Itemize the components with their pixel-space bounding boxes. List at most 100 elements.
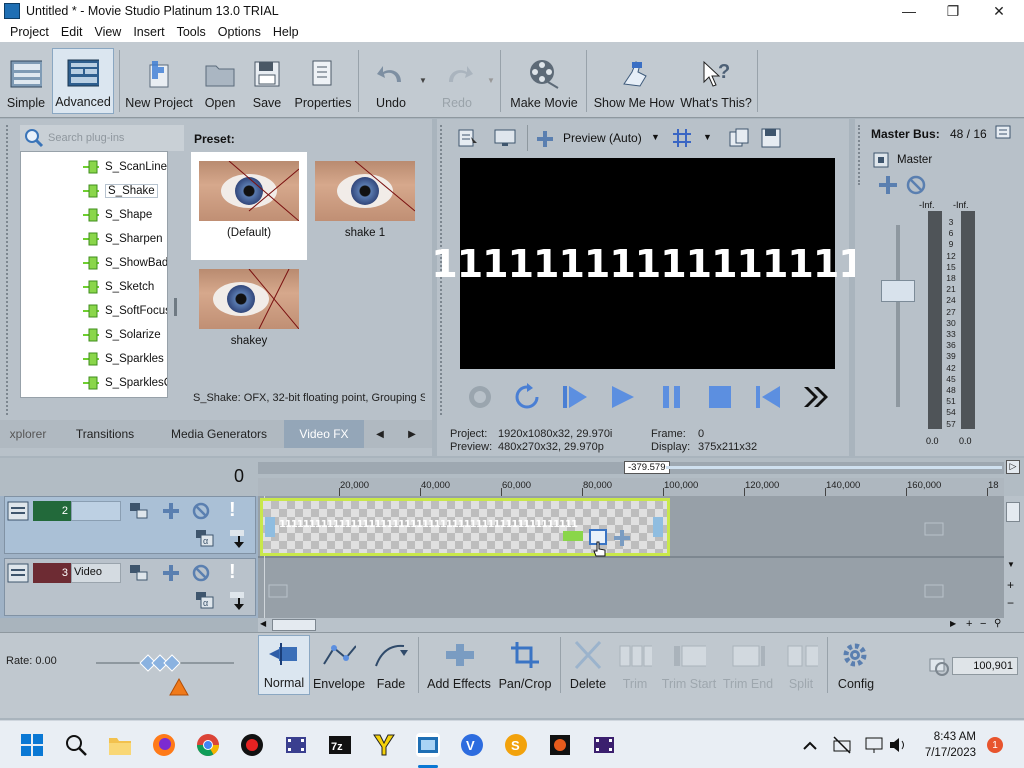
bus-options-icon[interactable] [995, 125, 1011, 141]
trim-end-button[interactable]: Trim End [720, 635, 776, 695]
volume-icon[interactable] [886, 733, 910, 757]
minimize-button[interactable]: — [886, 0, 932, 22]
loop-playback-button[interactable] [510, 382, 544, 412]
vertical-scroll-thumb[interactable] [1006, 502, 1020, 522]
split-screen-icon[interactable] [535, 129, 555, 149]
plugin-item-solarize[interactable]: S_Solarize [83, 325, 161, 345]
track-solo-icon[interactable]: ! [229, 561, 239, 585]
track-mute-icon[interactable] [191, 563, 211, 583]
trim-start-button[interactable]: Trim Start [660, 635, 718, 695]
chrome-icon[interactable] [196, 733, 220, 757]
screen-recorder-icon[interactable] [240, 733, 264, 757]
tree-splitter[interactable] [174, 298, 177, 316]
firefox-icon[interactable] [152, 733, 176, 757]
master-volume-fader[interactable] [881, 280, 915, 302]
save-snapshot-icon[interactable] [760, 127, 782, 149]
external-monitor-icon[interactable] [493, 127, 517, 149]
tab-transitions[interactable]: Transitions [56, 420, 154, 448]
timeline-horizontal-scrollbar[interactable]: ◀ ▶ + − ⚲ [258, 618, 1004, 632]
track-header-2[interactable]: 2 ! α [4, 496, 256, 554]
preview-quality-chevron-icon[interactable]: ▼ [651, 132, 660, 142]
zoom-out-horizontal-icon[interactable]: − [980, 618, 986, 630]
go-to-start-button[interactable] [751, 382, 785, 412]
menu-insert[interactable]: Insert [127, 25, 170, 39]
notification-badge[interactable]: 1 [987, 737, 1003, 753]
search-icon[interactable] [64, 733, 88, 757]
scroll-left-icon[interactable]: ◀ [260, 619, 270, 631]
v-app-icon[interactable]: V [460, 733, 484, 757]
config-button[interactable]: Config [832, 635, 880, 695]
master-fx-icon[interactable] [877, 174, 899, 196]
preset-default[interactable]: (Default) [191, 152, 307, 260]
plugin-item-shake[interactable]: S_Shake [83, 181, 158, 201]
tab-video-fx[interactable]: Video FX [284, 420, 364, 448]
grid-overlay-icon[interactable] [671, 127, 693, 149]
close-button[interactable]: ✕ [976, 0, 1022, 22]
s-app-icon[interactable]: S [504, 733, 528, 757]
add-effects-button[interactable]: Add Effects [424, 635, 494, 695]
whats-this-button[interactable]: ? What's This? [680, 48, 752, 114]
track-header-3[interactable]: 3 Video ! α [4, 558, 256, 616]
track-mute-icon[interactable] [191, 501, 211, 521]
delete-button[interactable]: Delete [566, 635, 610, 695]
time-ruler[interactable]: 20,000 40,000 60,000 80,000 100,000 120,000 14… [258, 478, 1004, 496]
event-fx-icon[interactable] [563, 531, 583, 541]
horizontal-scroll-thumb[interactable] [272, 619, 316, 631]
tab-scroll-right-icon[interactable]: ▶ [398, 420, 426, 448]
plugin-tree[interactable]: S_ScanLinesP S_Shake S_Shape S_Sharpen S… [20, 151, 168, 398]
plugin-item-sparklescolored[interactable]: S_SparklesCo [83, 373, 167, 393]
plugin-item-shape[interactable]: S_Shape [83, 205, 152, 225]
preview-quality-dropdown[interactable]: Preview (Auto) [563, 131, 642, 145]
new-project-button[interactable]: New Project [124, 48, 194, 114]
preset-shake-1[interactable]: shake 1 [307, 152, 423, 260]
advanced-button[interactable]: Advanced [52, 48, 114, 114]
timeline-menu-icon[interactable]: ▷ [1006, 460, 1020, 474]
show-hidden-icons-chevron[interactable] [798, 733, 822, 757]
start-menu-icon[interactable] [20, 733, 44, 757]
rate-slider-thumb[interactable] [138, 652, 186, 674]
stop-button[interactable] [703, 382, 737, 412]
track-minimize-icon[interactable] [7, 501, 29, 521]
movie-studio-taskbar-icon[interactable] [416, 733, 440, 757]
video-event-clip[interactable]: 1111111111111111111111111111111111111111… [260, 498, 670, 557]
scroll-down-icon[interactable]: ▼ [1007, 560, 1015, 569]
fade-button[interactable]: Fade [368, 635, 414, 695]
preset-shakey[interactable]: shakey [191, 260, 307, 368]
master-properties-icon[interactable] [873, 152, 889, 168]
plugin-item-sharpen[interactable]: S_Sharpen [83, 229, 163, 249]
normal-edit-tool[interactable]: Normal [258, 635, 310, 695]
redo-button[interactable]: Redo [432, 48, 482, 114]
track-motion-icon[interactable] [129, 564, 149, 582]
plugin-search-box[interactable]: Search plug-ins [20, 125, 184, 151]
plugin-item-scanlines[interactable]: S_ScanLinesP [83, 157, 167, 177]
track-expand-icon[interactable] [229, 529, 249, 549]
grid-chevron-icon[interactable]: ▼ [703, 132, 712, 142]
record-button[interactable] [463, 382, 497, 412]
menu-options[interactable]: Options [212, 25, 267, 39]
plugin-item-sparkles[interactable]: S_Sparkles [83, 349, 164, 369]
7zip-icon[interactable]: 7z [328, 733, 352, 757]
zoom-in-horizontal-icon[interactable]: + [966, 618, 972, 630]
clip-right-handle[interactable] [653, 517, 663, 537]
clip-left-handle[interactable] [265, 517, 275, 537]
menu-tools[interactable]: Tools [171, 25, 212, 39]
media-app-icon[interactable] [548, 733, 572, 757]
compositing-mode-icon[interactable]: α [195, 529, 215, 547]
undo-button[interactable]: Undo [366, 48, 416, 114]
scroll-right-icon[interactable]: ▶ [950, 619, 956, 628]
maximize-button[interactable]: ❐ [930, 0, 976, 22]
menu-view[interactable]: View [88, 25, 127, 39]
snapping-icon[interactable] [928, 655, 950, 677]
rate-reset-triangle-icon[interactable] [168, 677, 190, 697]
track-motion-icon[interactable] [129, 502, 149, 520]
preview-screen[interactable]: 11111111111111111 [431, 158, 865, 369]
plugin-item-softfocus[interactable]: S_SoftFocus [83, 301, 167, 321]
menu-edit[interactable]: Edit [55, 25, 89, 39]
video-output-fx-icon[interactable] [457, 127, 479, 149]
plugin-item-showbadcolors[interactable]: S_ShowBadC [83, 253, 167, 273]
split-button[interactable]: Split [778, 635, 824, 695]
taskbar-date[interactable]: 7/17/2023 [914, 747, 976, 759]
play-button[interactable] [605, 382, 639, 412]
menu-help[interactable]: Help [267, 25, 305, 39]
make-movie-button[interactable]: Make Movie [508, 48, 580, 114]
